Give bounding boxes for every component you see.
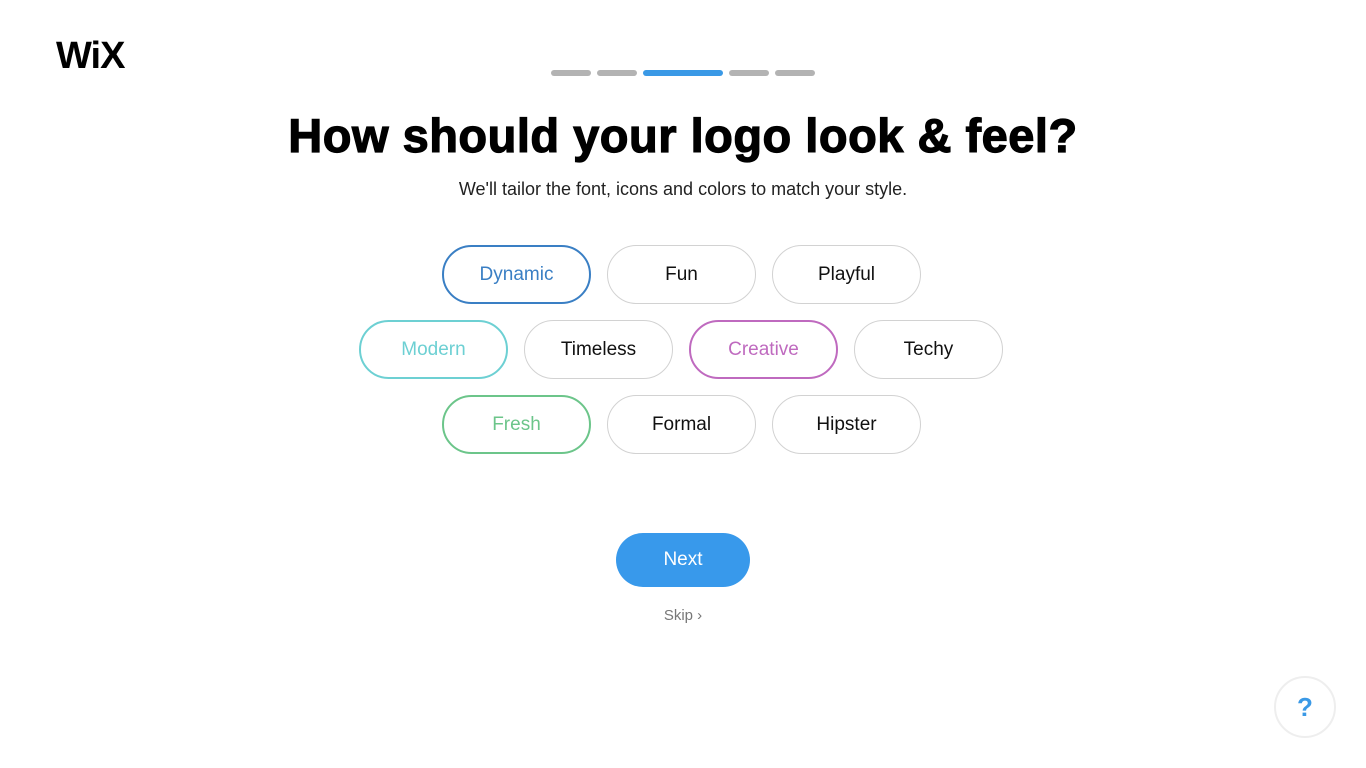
progress-step-3-current <box>643 70 723 76</box>
skip-label: Skip <box>663 607 693 624</box>
help-button[interactable]: ? <box>1274 676 1336 738</box>
progress-step-4 <box>729 70 769 76</box>
progress-step-1 <box>551 70 591 76</box>
chevron-right-icon: › <box>697 607 703 624</box>
page-title: How should your logo look & feel? <box>288 108 1078 162</box>
wix-logo: WiX <box>56 35 125 77</box>
style-option-creative[interactable]: Creative <box>689 320 838 379</box>
page-subtitle: We'll tailor the font, icons and colors … <box>458 179 908 199</box>
style-option-fun[interactable]: Fun <box>607 245 756 304</box>
style-option-hipster[interactable]: Hipster <box>772 395 921 454</box>
next-button[interactable]: Next <box>616 533 750 587</box>
style-option-modern[interactable]: Modern <box>359 320 508 379</box>
skip-container: Skip › <box>0 607 1366 624</box>
style-option-dynamic[interactable]: Dynamic <box>442 245 591 304</box>
progress-step-5 <box>775 70 815 76</box>
style-option-fresh[interactable]: Fresh <box>442 395 591 454</box>
progress-step-2 <box>597 70 637 76</box>
style-option-playful[interactable]: Playful <box>772 245 921 304</box>
style-option-techy[interactable]: Techy <box>854 320 1003 379</box>
style-option-timeless[interactable]: Timeless <box>524 320 673 379</box>
style-option-formal[interactable]: Formal <box>607 395 756 454</box>
question-mark-icon: ? <box>1297 691 1313 722</box>
progress-indicator <box>551 70 815 76</box>
skip-link[interactable]: Skip › <box>664 607 702 624</box>
